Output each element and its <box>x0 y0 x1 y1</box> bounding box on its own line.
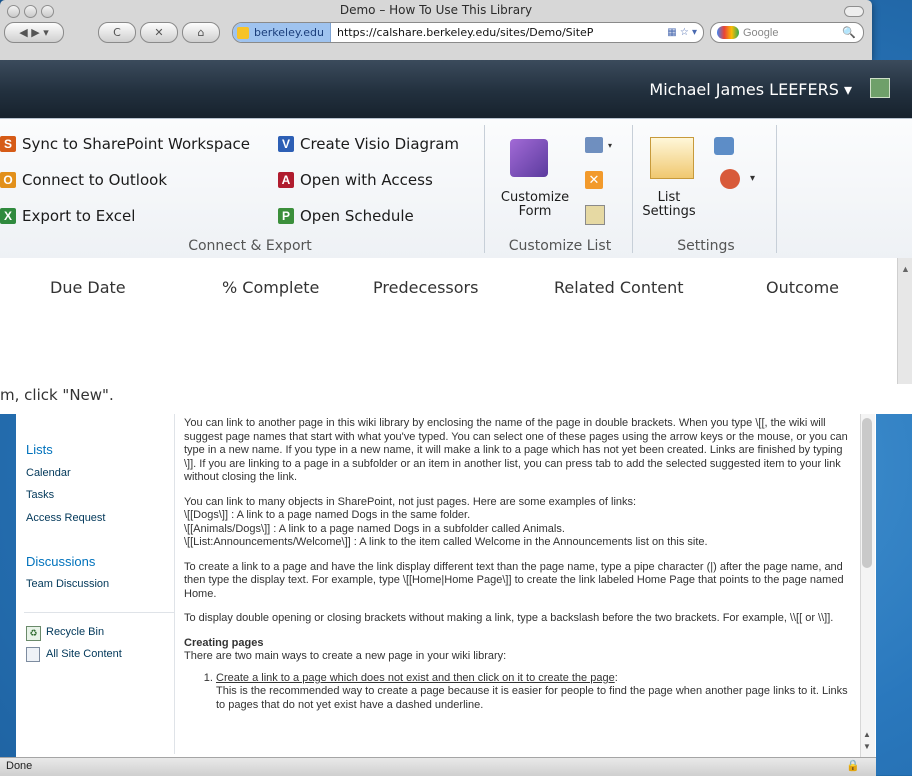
list-view-body <box>0 316 897 384</box>
create-visio-diagram-button[interactable]: V Create Visio Diagram <box>278 135 459 153</box>
step-create-link-link[interactable]: Create a link to a page which does not e… <box>216 672 615 684</box>
window-title: Demo – How To Use This Library <box>339 3 533 17</box>
user-icon[interactable] <box>870 78 890 98</box>
project-icon: P <box>278 208 294 224</box>
access-icon: A <box>278 172 294 188</box>
group-label-settings: Settings <box>677 238 735 254</box>
browser-window: Demo – How To Use This Library ◀ ▶ ▾ C ✕… <box>0 0 872 60</box>
access-label: Open with Access <box>300 171 433 189</box>
search-engine-icon[interactable] <box>717 26 739 39</box>
recycle-bin-icon: ♻ <box>26 626 41 641</box>
link-examples-intro: You can link to many objects in SharePoi… <box>184 495 637 508</box>
user-menu[interactable]: Michael James LEEFERS ▾ <box>649 80 852 99</box>
list-scrollbar[interactable]: ▲ <box>897 258 912 384</box>
group-label-connect-export: Connect & Export <box>188 238 312 254</box>
nav-item-team-discussion[interactable]: Team Discussion <box>26 578 109 590</box>
customize-form-button[interactable]: Customize Form <box>492 191 578 219</box>
link-example-dogs: \[[Dogs\]] : A link to a page named Dogs… <box>184 509 471 521</box>
search-box[interactable]: Google 🔍 <box>710 22 864 43</box>
nav-heading-lists[interactable]: Lists <box>26 442 53 457</box>
link-example-animals: \[[Animals/Dogs\]] : A link to a page na… <box>184 522 565 535</box>
empty-list-message: m, click "New". <box>0 384 912 414</box>
nav-item-recycle-bin[interactable]: Recycle Bin <box>46 626 104 638</box>
nav-item-access-request[interactable]: Access Request <box>26 512 105 524</box>
edit-list-icon[interactable] <box>585 137 603 153</box>
excel-label: Export to Excel <box>22 207 136 225</box>
shared-with-icon[interactable] <box>720 169 740 189</box>
connect-to-outlook-button[interactable]: O Connect to Outlook <box>0 171 167 189</box>
rss-bookmark-icon[interactable]: ▦ ☆ ▾ <box>667 27 703 38</box>
home-icon[interactable]: ⌂ <box>182 22 220 43</box>
nav-item-tasks[interactable]: Tasks <box>26 489 54 501</box>
form-web-parts-icon[interactable] <box>585 205 605 225</box>
column-outcome[interactable]: Outcome <box>766 278 839 297</box>
search-placeholder: Google <box>743 26 779 39</box>
reload-icon[interactable]: C <box>98 22 136 43</box>
status-text: Done <box>6 760 33 772</box>
ribbon-separator <box>632 125 633 253</box>
column-due-date[interactable]: Due Date <box>50 278 126 297</box>
column-percent-complete[interactable]: % Complete <box>222 278 319 297</box>
sync-label: Sync to SharePoint Workspace <box>22 135 251 153</box>
chevron-down-icon[interactable]: ▾ <box>608 141 612 150</box>
creating-intro: There are two main ways to create a new … <box>184 650 507 662</box>
paragraph-link-examples: You can link to many objects in SharePoi… <box>184 496 856 550</box>
ribbon: S Sync to SharePoint Workspace O Connect… <box>0 118 912 260</box>
sync-to-sharepoint-workspace-button[interactable]: S Sync to SharePoint Workspace <box>0 135 250 153</box>
nav-heading-discussions[interactable]: Discussions <box>26 554 95 569</box>
empty-list-text: m, click "New". <box>0 386 114 404</box>
page-scrollbar-thumb[interactable] <box>862 418 872 568</box>
address-bar[interactable]: berkeley.edu https://calshare.berkeley.e… <box>232 22 704 43</box>
open-schedule-button[interactable]: P Open Schedule <box>278 207 414 225</box>
nav-item-all-site-content[interactable]: All Site Content <box>46 648 122 660</box>
all-site-content-icon <box>26 647 40 662</box>
group-label-customize-list: Customize List <box>508 238 612 254</box>
column-predecessors[interactable]: Predecessors <box>373 278 478 297</box>
nav-item-calendar[interactable]: Calendar <box>26 467 71 479</box>
url-text[interactable]: https://calshare.berkeley.edu/sites/Demo… <box>331 26 667 39</box>
workflow-icon[interactable]: ✕ <box>585 171 603 189</box>
open-with-access-button[interactable]: A Open with Access <box>278 171 433 189</box>
paragraph-display-text: To create a link to a page and have the … <box>184 560 844 600</box>
sync-workspace-icon: S <box>0 136 16 152</box>
nav-divider <box>24 612 174 613</box>
visio-icon: V <box>278 136 294 152</box>
status-bar: Done 🔒 <box>0 757 876 776</box>
ribbon-separator <box>484 125 485 253</box>
excel-icon: X <box>0 208 16 224</box>
column-related-content[interactable]: Related Content <box>554 278 683 297</box>
site-identity-button[interactable]: berkeley.edu <box>233 23 332 42</box>
list-settings-icon[interactable] <box>650 137 694 179</box>
outlook-label: Connect to Outlook <box>22 171 168 189</box>
link-example-list: \[[List:Announcements/Welcome\]] : A lin… <box>184 536 708 548</box>
scroll-up-arrow-icon[interactable]: ▲ <box>861 730 873 740</box>
site-identity-label: berkeley.edu <box>254 26 325 39</box>
wiki-content: You can link to another page in this wik… <box>184 414 856 754</box>
outlook-icon: O <box>0 172 16 188</box>
export-to-excel-button[interactable]: X Export to Excel <box>0 207 135 225</box>
search-icon[interactable]: 🔍 <box>842 26 856 39</box>
schedule-label: Open Schedule <box>300 207 414 225</box>
creating-steps: Create a link to a page which does not e… <box>184 672 856 713</box>
customize-form-icon[interactable] <box>510 139 548 177</box>
quick-launch: Lists Calendar Tasks Access Request Disc… <box>16 414 175 754</box>
step-create-link: Create a link to a page which does not e… <box>216 672 856 713</box>
scroll-down-arrow-icon[interactable]: ▼ <box>861 742 873 752</box>
paragraph-linking: You can link to another page in this wik… <box>184 417 848 483</box>
list-settings-button[interactable]: List Settings <box>638 191 700 219</box>
toolbar-toggle-icon[interactable] <box>844 6 864 17</box>
paragraph-escape: To display double opening or closing bra… <box>184 612 834 624</box>
visio-label: Create Visio Diagram <box>300 135 460 153</box>
back-forward-buttons[interactable]: ◀ ▶ ▾ <box>4 22 64 43</box>
permissions-icon[interactable] <box>714 137 734 155</box>
heading-creating-pages: Creating pages <box>184 636 264 649</box>
favicon-icon <box>237 26 249 39</box>
step-create-link-text: This is the recommended way to create a … <box>216 685 848 711</box>
lock-icon: 🔒 <box>846 760 860 772</box>
ribbon-separator <box>776 125 777 253</box>
chevron-down-icon[interactable]: ▾ <box>750 173 755 184</box>
stop-icon[interactable]: ✕ <box>140 22 178 43</box>
scroll-up-arrow-icon[interactable]: ▲ <box>898 264 912 274</box>
